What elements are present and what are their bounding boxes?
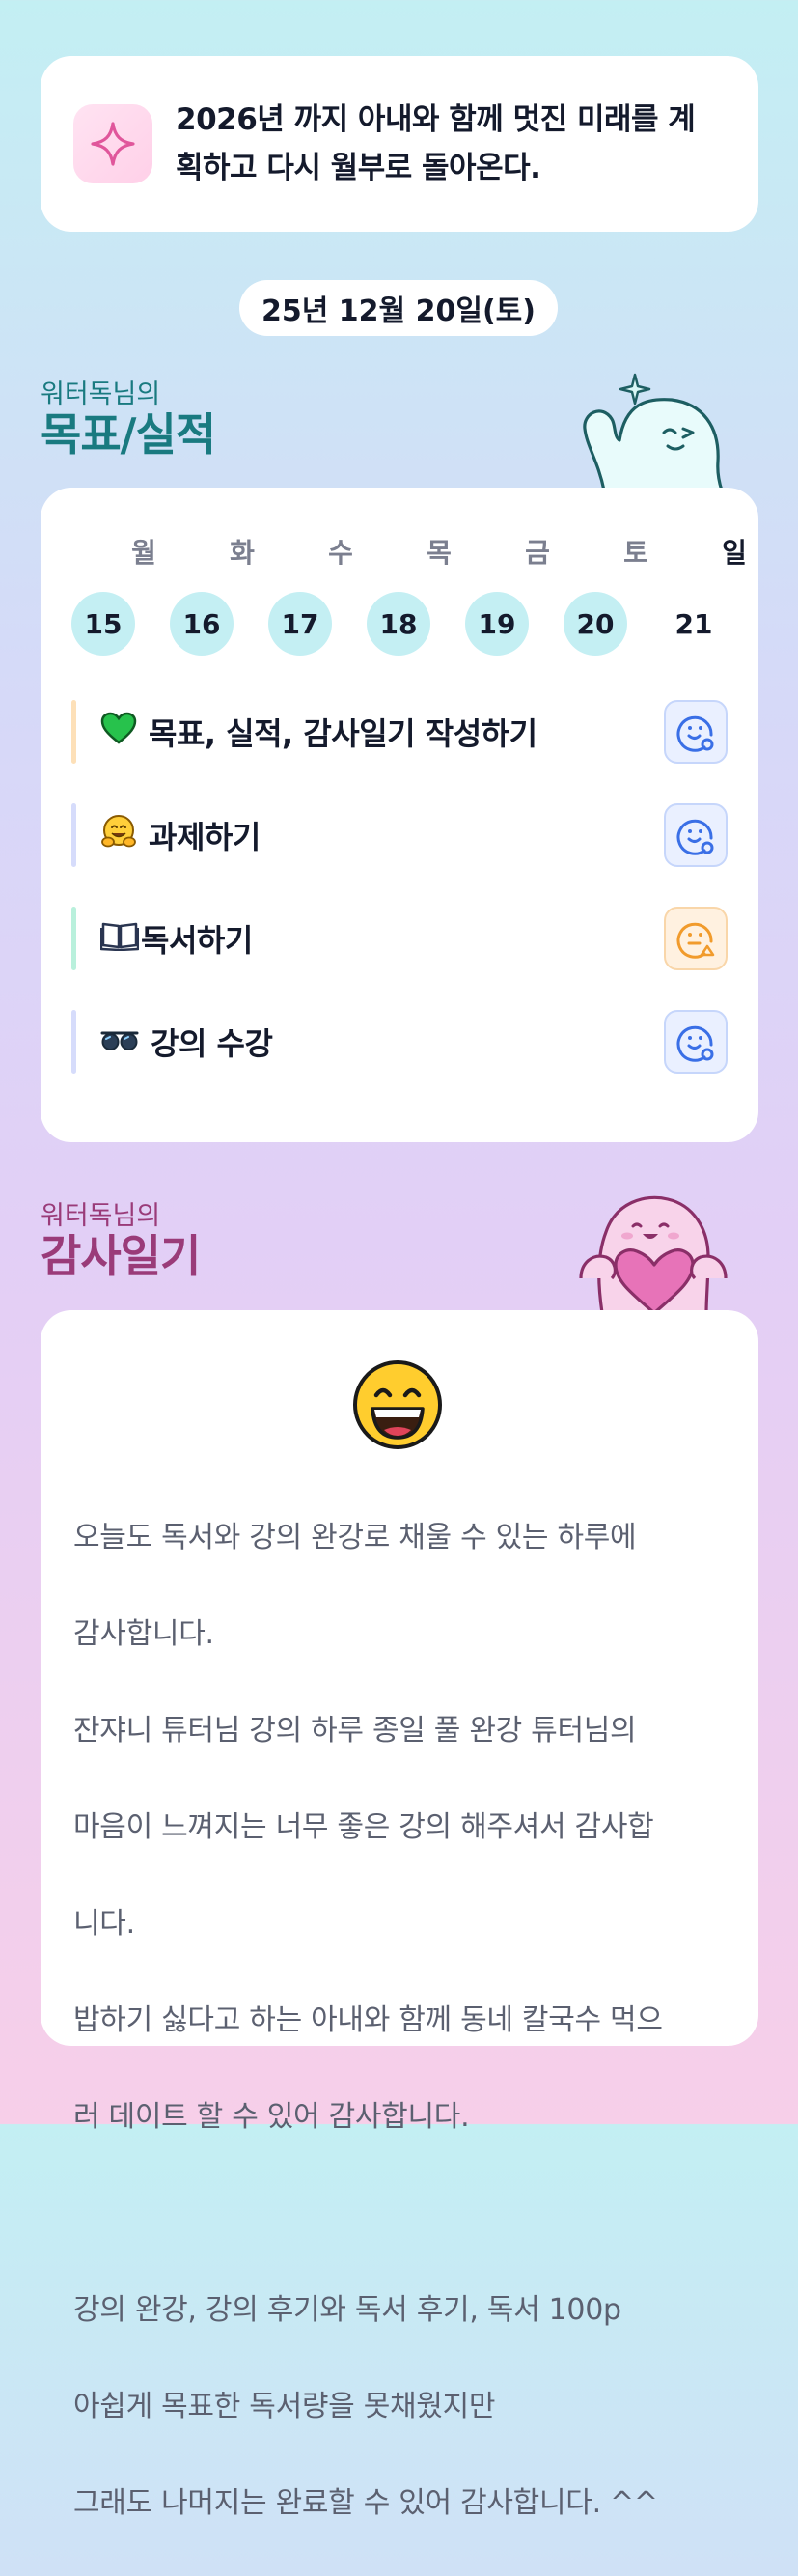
task-item[interactable]: 과제하기 bbox=[71, 803, 728, 867]
diary-line: 아쉽게 목표한 독서량을 못채웠지만 bbox=[73, 2390, 496, 2423]
day-number[interactable]: 17 bbox=[268, 592, 332, 656]
task-color-bar bbox=[71, 907, 76, 970]
diary-line: 오늘도 독서와 강의 완강로 채울 수 있는 하루에 bbox=[73, 1521, 637, 1554]
sparkle-icon bbox=[73, 104, 152, 183]
gratitude-diary-card: 오늘도 독서와 강의 완강로 채울 수 있는 하루에 감사합니다. 잔쟈니 튜터… bbox=[41, 1310, 758, 2520]
weekday-label: 월 bbox=[131, 537, 156, 569]
weekday-label: 토 bbox=[623, 537, 648, 569]
weekday-label: 일 bbox=[722, 537, 747, 569]
open-book-icon bbox=[99, 918, 140, 959]
weekday-label: 금 bbox=[525, 537, 550, 569]
day-number[interactable]: 15 bbox=[71, 592, 135, 656]
task-label-text: 목표, 실적, 감사일기 작성하기 bbox=[149, 715, 537, 752]
diary-text: 오늘도 독서와 강의 완강로 채울 수 있는 하루에 감사합니다. 잔쟈니 튜터… bbox=[73, 1466, 739, 2576]
task-status-smile-icon[interactable] bbox=[664, 803, 728, 867]
day-number[interactable]: 19 bbox=[465, 592, 529, 656]
task-status-smile-icon[interactable] bbox=[664, 1010, 728, 1074]
task-label-text: 강의 수강 bbox=[151, 1025, 273, 1062]
task-label-text: 독서하기 bbox=[141, 922, 253, 959]
task-status-warning-face-icon[interactable] bbox=[664, 907, 728, 970]
diary-line: 잔쟈니 튜터님 강의 하루 종일 풀 완강 튜터님의 bbox=[73, 1714, 637, 1748]
diary-line: 감사합니다. bbox=[73, 1617, 214, 1651]
goals-section-title: 목표/실적 bbox=[41, 408, 216, 461]
diary-line: 마음이 느껴지는 너무 좋은 강의 해주셔서 감사합 bbox=[73, 1810, 654, 1844]
diary-line: 그래도 나머지는 완료할 수 있어 감사합니다. ^^ bbox=[73, 2486, 658, 2520]
mascot-heart-illustration bbox=[577, 1190, 729, 1317]
sunglasses-icon bbox=[100, 1023, 139, 1060]
gratitude-section-title: 감사일기 bbox=[41, 1230, 201, 1282]
task-label: 강의 수강 bbox=[100, 1010, 273, 1074]
task-color-bar bbox=[71, 1010, 76, 1074]
task-item[interactable]: 독서하기 bbox=[71, 907, 728, 970]
goals-card: 월 화 수 목 금 토 일 15 16 17 18 19 20 21 목표, 실… bbox=[41, 488, 758, 1142]
goal-card: 2026년 까지 아내와 함께 멋진 미래를 계 획하고 다시 월부로 돌아온다… bbox=[41, 56, 758, 232]
diary-line bbox=[73, 2190, 739, 2238]
weekday-label: 수 bbox=[328, 537, 353, 569]
weekday-label: 화 bbox=[230, 537, 255, 569]
diary-line: 니다. bbox=[73, 1907, 135, 1941]
task-label-text: 과제하기 bbox=[149, 819, 261, 855]
day-number[interactable]: 21 bbox=[662, 592, 726, 656]
grinning-face-icon bbox=[351, 1358, 444, 1455]
task-color-bar bbox=[71, 803, 76, 867]
task-color-bar bbox=[71, 700, 76, 764]
diary-line: 강의 완강, 강의 후기와 독서 후기, 독서 100p bbox=[73, 2293, 621, 2327]
green-heart-icon bbox=[100, 712, 137, 752]
hugging-face-icon bbox=[100, 813, 137, 857]
task-label: 독서하기 bbox=[99, 907, 253, 970]
goal-text: 2026년 까지 아내와 함께 멋진 미래를 계 획하고 다시 월부로 돌아온다… bbox=[176, 96, 696, 192]
task-label: 과제하기 bbox=[100, 803, 261, 867]
day-number[interactable]: 16 bbox=[170, 592, 234, 656]
diary-line: 밥하기 싫다고 하는 아내와 함께 동네 칼국수 먹으 bbox=[73, 2003, 663, 2037]
goal-text-line: 획하고 다시 월부로 돌아온다. bbox=[176, 151, 541, 185]
day-number[interactable]: 18 bbox=[367, 592, 430, 656]
task-label: 목표, 실적, 감사일기 작성하기 bbox=[100, 700, 537, 764]
date-pill: 25년 12월 20일(토) bbox=[239, 280, 558, 336]
goal-text-line: 2026년 까지 아내와 함께 멋진 미래를 계 bbox=[176, 102, 696, 137]
diary-line: 러 데이트 할 수 있어 감사합니다. bbox=[73, 2100, 470, 2134]
task-status-smile-icon[interactable] bbox=[664, 700, 728, 764]
task-item[interactable]: 강의 수강 bbox=[71, 1010, 728, 1074]
day-number[interactable]: 20 bbox=[564, 592, 627, 656]
task-item[interactable]: 목표, 실적, 감사일기 작성하기 bbox=[71, 700, 728, 764]
mascot-ghost-illustration bbox=[575, 365, 729, 494]
weekday-label: 목 bbox=[427, 537, 452, 569]
